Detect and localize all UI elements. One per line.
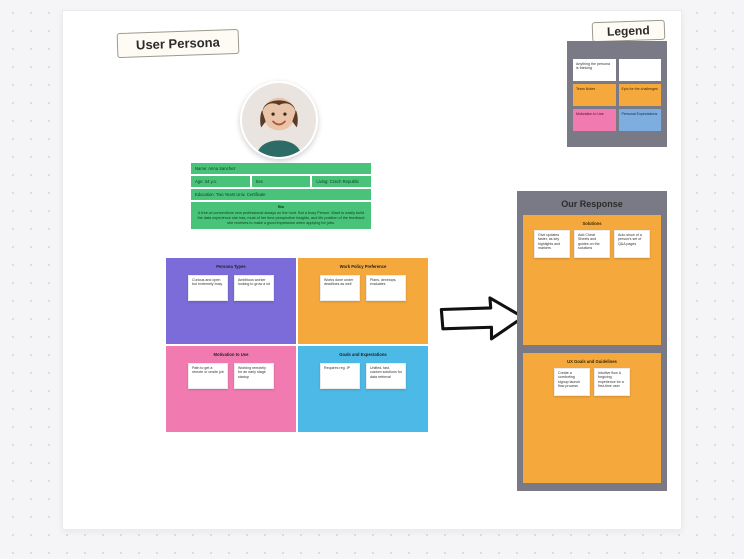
sticky-note[interactable]: Working remotely for an early stage star… [234,363,274,389]
notes-row: Path to get a remote or onsite job Worki… [170,363,292,389]
sticky-note[interactable]: Works done under deadlines as well [320,275,360,301]
quadrant-title: Work Policy Preference [302,264,424,269]
bio-title: Bio [195,205,367,210]
legend-title: Legend [607,23,650,38]
legend-item [619,59,662,81]
legend-panel: Anything the persona is thinking Team No… [567,41,667,147]
legend-item: Team Notes [573,84,616,106]
info-location: Living: Czech Republic [312,176,371,187]
quadrant-goals[interactable]: Goals and Expectations Requires reg. IP … [298,346,428,432]
legend-item: Personal Expectations [619,109,662,131]
legend-grid: Anything the persona is thinking Team No… [573,59,661,131]
legend-item: Motivation to Use [573,109,616,131]
quadrant-title: Motivation to Use [170,352,292,357]
response-subtitle: Solutions [529,221,655,226]
title-tag: User Persona [117,29,240,58]
sticky-note[interactable]: Auto show of a person's set of Q&A pages [614,230,650,258]
quadrant-persona-types[interactable]: Persona Types Curious and open but extre… [166,258,296,344]
info-education: Education: Two Years Univ. Certificate [191,189,371,200]
response-subtitle: UX Goals and Guidelines [529,359,655,364]
response-panel: Our Response Solutions Give updates fast… [517,191,667,491]
response-title: Our Response [523,199,661,209]
info-row: Age: 34 y.o. Sex Living: Czech Republic [191,176,371,187]
sticky-note[interactable]: Intuitive flow & forgiving experience fo… [594,368,630,396]
info-bio: Bio A free-of-conventions new profession… [191,202,371,229]
avatar [240,81,318,159]
sticky-note[interactable]: Create a comforting signup launch flow p… [554,368,590,396]
avatar-illustration [242,83,316,157]
sticky-note[interactable]: Ambitious worker looking to grow a lot [234,275,274,301]
quadrant-work-policy[interactable]: Work Policy Preference Works done under … [298,258,428,344]
bio-text: A free-of-conventions new professional a… [198,211,365,225]
info-sex: Sex [252,176,311,187]
sticky-note[interactable]: Requires reg. IP [320,363,360,389]
quadrant-title: Persona Types [170,264,292,269]
notes-row: Give updates faster, as key highlights a… [529,230,655,258]
sticky-note[interactable]: Unified, fast, custom solutions for data… [366,363,406,389]
sticky-note[interactable]: Path to get a remote or onsite job [188,363,228,389]
response-box-ux-goals[interactable]: UX Goals and Guidelines Create a comfort… [523,353,661,483]
title-text: User Persona [136,35,220,53]
legend-item: Epic for the challenges [619,84,662,106]
notes-row: Create a comforting signup launch flow p… [529,368,655,396]
info-age: Age: 34 y.o. [191,176,250,187]
notes-row: Curious and open but extremely busy Ambi… [170,275,292,301]
legend-tag: Legend [592,20,665,43]
notes-row: Requires reg. IP Unified, fast, custom s… [302,363,424,389]
sticky-note[interactable]: Give updates faster, as key highlights a… [534,230,570,258]
whiteboard-canvas[interactable]: User Persona Name: Anna Sanchez Age: 34 … [62,10,682,530]
response-box-solutions[interactable]: Solutions Give updates faster, as key hi… [523,215,661,345]
legend-item: Anything the persona is thinking [573,59,616,81]
sticky-note[interactable]: Add Cheat Sheets and guides on the solut… [574,230,610,258]
quadrant-title: Goals and Expectations [302,352,424,357]
info-name: Name: Anna Sanchez [191,163,371,174]
notes-row: Works done under deadlines as well Plans… [302,275,424,301]
sticky-note[interactable]: Plans, develops, evaluates [366,275,406,301]
sticky-note[interactable]: Curious and open but extremely busy [188,275,228,301]
quadrant-motivation[interactable]: Motivation to Use Path to get a remote o… [166,346,296,432]
persona-info-block: Name: Anna Sanchez Age: 34 y.o. Sex Livi… [191,163,371,229]
